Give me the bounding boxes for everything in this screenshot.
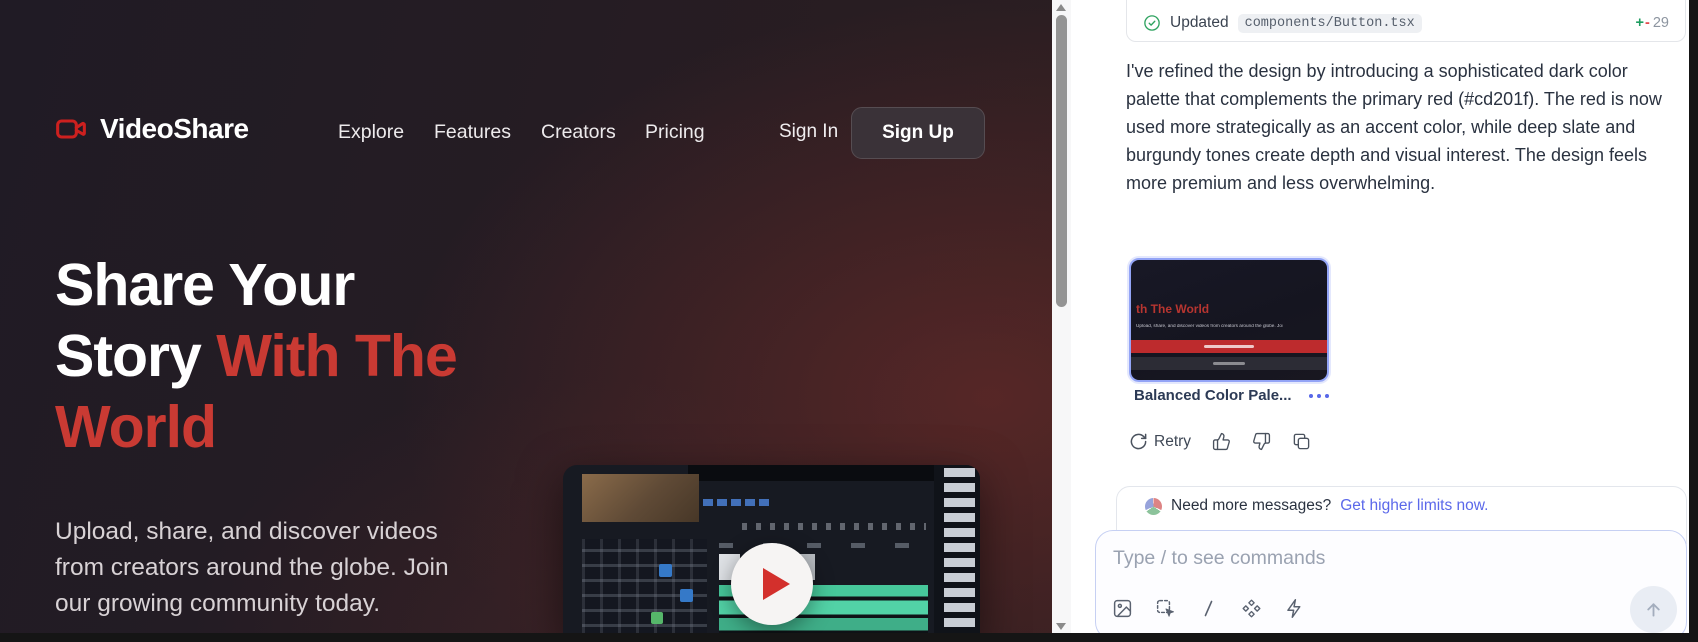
retry-label: Retry [1154, 433, 1191, 451]
usage-pie-icon [1145, 498, 1162, 515]
play-icon [763, 568, 790, 600]
editor-accent-square [659, 564, 672, 577]
thumbs-up-icon [1212, 432, 1231, 451]
thumbs-down-button[interactable] [1250, 430, 1273, 453]
assistant-message: I've refined the design by introducing a… [1126, 57, 1663, 197]
scroll-up-arrow-icon[interactable] [1056, 4, 1066, 11]
thumbs-up-button[interactable] [1210, 430, 1233, 453]
app-window: VideoShare Explore Features Creators Pri… [0, 0, 1698, 642]
diff-deletions: - [1645, 15, 1650, 31]
scrollbar-thumb[interactable] [1056, 15, 1067, 307]
retry-button[interactable]: Retry [1127, 430, 1193, 453]
integrations-button[interactable] [1240, 595, 1263, 621]
preview-scrollbar[interactable] [1052, 0, 1071, 642]
limits-text: Need more messages? [1171, 497, 1331, 515]
artifact-title[interactable]: Balanced Color Pale... [1134, 387, 1292, 404]
play-button[interactable] [731, 543, 813, 625]
check-circle-icon [1143, 14, 1161, 32]
editor-file-list [934, 465, 980, 642]
window-edge-bottom [0, 633, 1698, 642]
artifact-thumbnail[interactable]: th The World Upload, share, and discover… [1129, 258, 1329, 382]
brand-name: VideoShare [100, 113, 249, 145]
thumbs-down-icon [1252, 432, 1271, 451]
scroll-down-arrow-icon[interactable] [1056, 623, 1066, 630]
editor-timecode [703, 499, 770, 506]
retry-icon [1129, 432, 1148, 451]
site-preview-pane: VideoShare Explore Features Creators Pri… [0, 0, 1053, 642]
video-editor-image [563, 465, 980, 642]
thumbnail-red-button [1131, 340, 1327, 353]
nav-creators[interactable]: Creators [541, 121, 616, 144]
select-element-button[interactable] [1154, 595, 1177, 621]
diamond-cluster-icon [1241, 598, 1262, 619]
zap-icon [1284, 598, 1305, 619]
thumbnail-dark-button [1131, 357, 1327, 370]
select-area-icon [1155, 598, 1176, 619]
slash-icon [1198, 598, 1219, 619]
sign-in-link[interactable]: Sign In [779, 121, 838, 143]
copy-icon [1292, 432, 1311, 451]
image-icon [1112, 598, 1133, 619]
window-edge-right [1689, 0, 1698, 642]
limits-upgrade-link[interactable]: Get higher limits now. [1340, 497, 1488, 515]
chat-pane: Updated components/Button.tsx +-29 I've … [1071, 0, 1689, 642]
diff-count: 29 [1653, 15, 1669, 31]
video-camera-icon [52, 113, 90, 145]
artifact-meta: Balanced Color Pale... [1134, 387, 1331, 404]
editor-accent-square [680, 589, 693, 602]
sign-up-button[interactable]: Sign Up [851, 107, 985, 159]
thumbnail-text-line: Upload, share, and discover videos from … [1136, 324, 1283, 330]
nav-explore[interactable]: Explore [338, 121, 404, 144]
composer-tools [1111, 595, 1306, 621]
brand[interactable]: VideoShare [52, 113, 249, 145]
copy-button[interactable] [1290, 430, 1313, 453]
message-actions: Retry [1127, 430, 1313, 453]
nav-pricing[interactable]: Pricing [645, 121, 705, 144]
attach-image-button[interactable] [1111, 595, 1134, 621]
hero-subtitle: Upload, share, and discover videos from … [55, 514, 475, 622]
ellipsis-menu-icon[interactable] [1307, 390, 1331, 402]
file-update-card[interactable]: Updated components/Button.tsx +-29 [1126, 0, 1686, 42]
quick-actions-button[interactable] [1283, 595, 1306, 621]
update-status-label: Updated [1170, 14, 1229, 32]
composer[interactable] [1095, 530, 1687, 640]
updated-file-chip: components/Button.tsx [1238, 14, 1422, 33]
diff-additions: + [1636, 15, 1644, 31]
message-input[interactable] [1113, 547, 1616, 570]
file-update-row: Updated components/Button.tsx +-29 [1143, 11, 1669, 35]
arrow-up-icon [1643, 599, 1664, 620]
editor-preview-thumb [582, 474, 699, 522]
send-button[interactable] [1630, 586, 1677, 633]
thumbnail-heading: th The World [1136, 302, 1209, 316]
editor-timeline-ruler [719, 543, 928, 548]
editor-accent-square [651, 612, 663, 624]
editor-toolbar [742, 523, 925, 529]
nav-features[interactable]: Features [434, 121, 511, 144]
slash-command-button[interactable] [1197, 595, 1220, 621]
hero-title: Share Your Story With The World [55, 250, 475, 463]
diff-stats: +-29 [1636, 15, 1669, 31]
editor-topbar [688, 465, 934, 481]
